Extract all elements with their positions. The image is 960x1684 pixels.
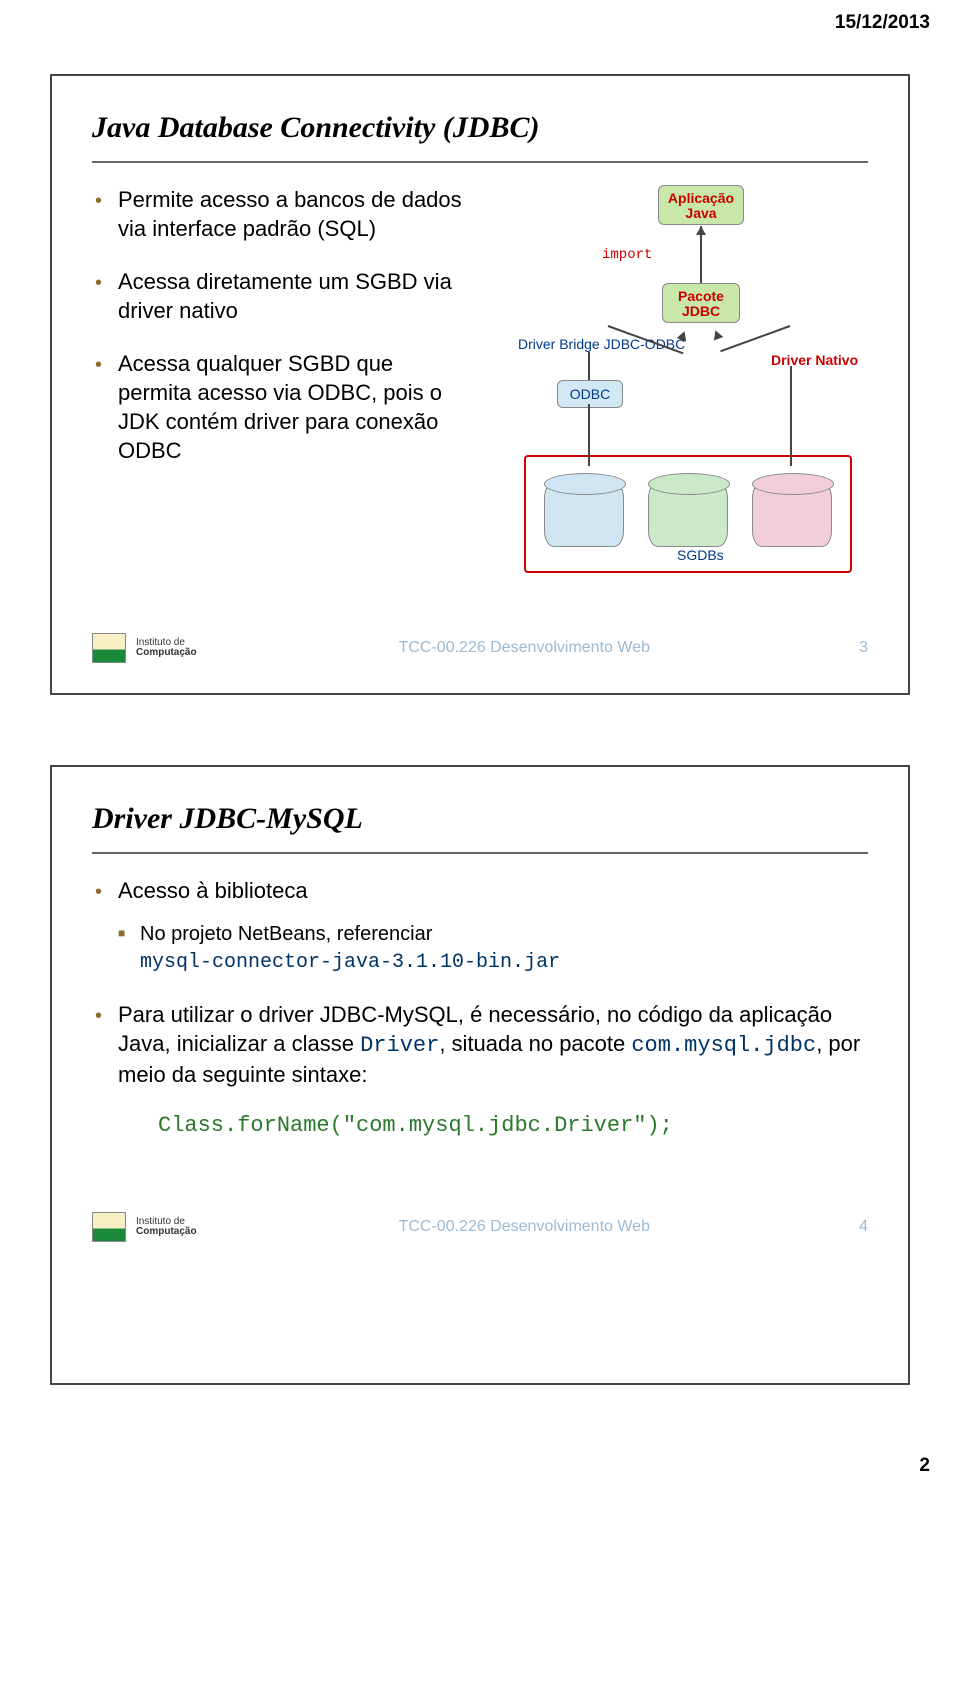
diagram-box-package: Pacote JDBC (662, 283, 740, 323)
diagram-db-cylinder-2 (648, 482, 728, 547)
diagram-label-odbc: ODBC (570, 386, 610, 402)
slide-1-bullet-1: Permite acesso a bancos de dados via int… (92, 185, 468, 243)
slide-2-b2-code2: com.mysql.jdbc (631, 1033, 816, 1058)
slide-2-number: 4 (852, 1218, 868, 1236)
slide-2-sub-code: mysql-connector-java-3.1.10-bin.jar (140, 951, 560, 974)
institute-logo-icon (92, 633, 126, 663)
slide-2-footer: Instituto de Computação TCC-00.226 Desen… (92, 1212, 868, 1242)
diagram-line (720, 325, 790, 352)
slide-1-bullet-3: Acessa qualquer SGBD que permita acesso … (92, 349, 468, 465)
slide-2-b2-code1: Driver (360, 1033, 439, 1058)
institute-logo-icon (92, 1212, 126, 1242)
logo-text-big: Computação (136, 648, 197, 659)
slide-2-bullet-1: Acesso à biblioteca No projeto NetBeans,… (92, 876, 868, 976)
slide-2-bullet-2: Para utilizar o driver JDBC-MySQL, é nec… (92, 1000, 868, 1140)
slide-1-bullets: Permite acesso a bancos de dados via int… (92, 185, 468, 595)
logo-text-big: Computação (136, 1227, 197, 1238)
diagram-arrow (711, 329, 723, 341)
diagram-label-sgdbs: SGDBs (677, 547, 724, 563)
slide-1: Java Database Connectivity (JDBC) Permit… (50, 74, 910, 695)
diagram-box-odbc: ODBC (557, 380, 623, 408)
diagram-arrow (696, 226, 706, 235)
institute-logo-text: Instituto de Computação (136, 1217, 197, 1238)
slide-2-sub-bullet: No projeto NetBeans, referenciar mysql-c… (118, 921, 868, 976)
diagram-box-application: Aplicação Java (658, 185, 744, 225)
slide-2-title: Driver JDBC-MySQL (92, 802, 868, 836)
slide-2-bullets: Acesso à biblioteca No projeto NetBeans,… (92, 876, 868, 1140)
diagram-label-app: Aplicação Java (668, 190, 734, 221)
slide-1-number: 3 (852, 639, 868, 657)
diagram-label-pkg: Pacote JDBC (678, 288, 724, 319)
slide-1-bullet-2: Acessa diretamente um SGBD via driver na… (92, 267, 468, 325)
diagram-line (588, 404, 590, 466)
footer-course-label: TCC-00.226 Desenvolvimento Web (399, 639, 650, 657)
diagram-label-import: import (602, 247, 652, 263)
diagram-db-cylinder-3 (752, 482, 832, 547)
diagram-label-native: Driver Nativo (771, 352, 858, 368)
diagram-line (790, 366, 792, 466)
page-number: 2 (0, 1455, 960, 1489)
slide-1-footer: Instituto de Computação TCC-00.226 Desen… (92, 633, 868, 663)
institute-logo-text: Instituto de Computação (136, 638, 197, 659)
footer-course-label: TCC-00.226 Desenvolvimento Web (399, 1218, 650, 1236)
slide-2-b2-mid: , situada no pacote (439, 1031, 631, 1056)
diagram-line (588, 352, 590, 380)
slide-1-title: Java Database Connectivity (JDBC) (92, 111, 868, 145)
title-rule (92, 161, 868, 163)
slide-2-bullet-1-text: Acesso à biblioteca (118, 878, 308, 903)
diagram-db-cylinder-1 (544, 482, 624, 547)
jdbc-architecture-diagram: Aplicação Java import Pacote JDBC Driver… (488, 185, 868, 595)
slide-2: Driver JDBC-MySQL Acesso à biblioteca No… (50, 765, 910, 1385)
title-rule (92, 852, 868, 854)
slide-2-sub-prefix: No projeto NetBeans, referenciar (140, 923, 432, 945)
page-date: 15/12/2013 (0, 0, 960, 34)
slide-2-code-line: Class.forName("com.mysql.jdbc.Driver"); (158, 1111, 868, 1140)
